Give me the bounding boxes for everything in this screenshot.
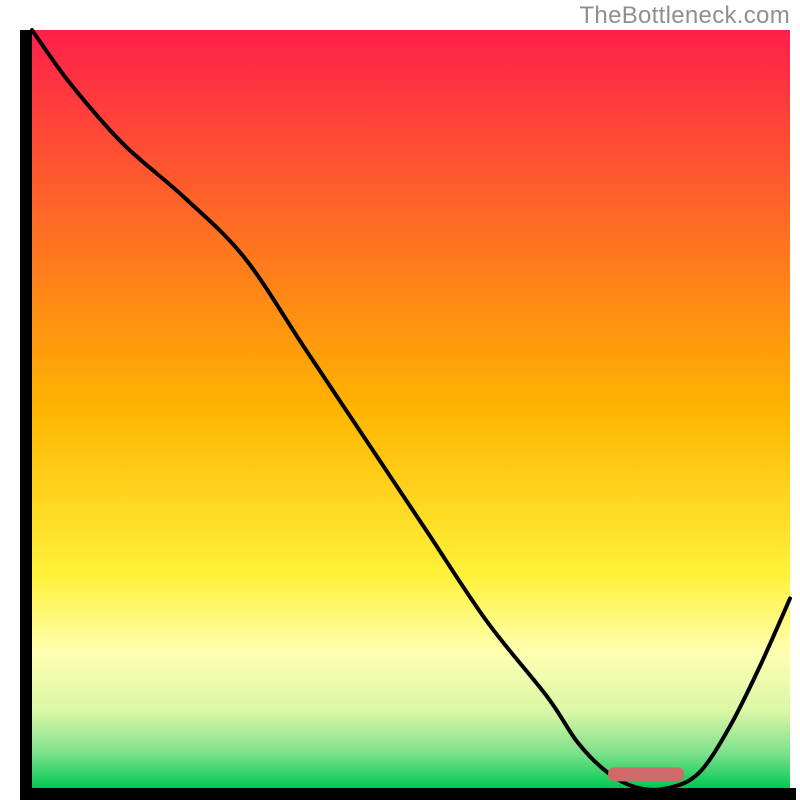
watermark-text: TheBottleneck.com: [579, 2, 790, 30]
optimal-range-marker: [608, 767, 684, 781]
bottleneck-chart: [0, 0, 800, 800]
chart-container: TheBottleneck.com: [0, 0, 800, 800]
heat-gradient-background: [32, 30, 790, 788]
